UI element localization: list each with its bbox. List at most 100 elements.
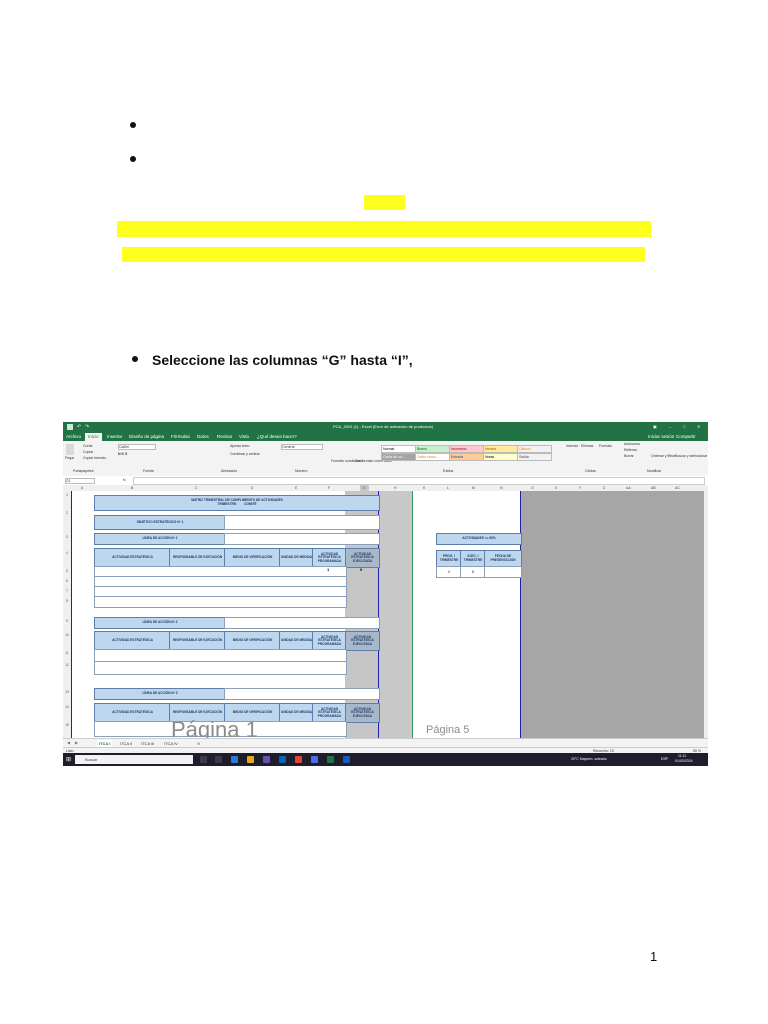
widgets-icon[interactable] — [215, 756, 222, 763]
delete-cells-button[interactable]: Eliminar — [581, 444, 594, 448]
formula-input[interactable] — [133, 477, 705, 485]
row-number[interactable]: 3 — [63, 535, 71, 539]
autosum-button[interactable]: Autosuma — [624, 442, 640, 446]
row-number[interactable]: 15 — [63, 723, 71, 727]
header-ejecutada: ACTIVIDAD ESTRATÉGICA EJECUTADA — [345, 548, 380, 568]
bold-button[interactable]: N K S — [118, 452, 127, 456]
chrome-icon[interactable] — [295, 756, 302, 763]
vertical-scrollbar[interactable] — [704, 491, 708, 738]
wrap-text-button[interactable]: Ajustar texto — [230, 444, 249, 448]
row-number[interactable]: 7 — [63, 589, 71, 593]
row-number[interactable]: 8 — [63, 599, 71, 603]
instruction-item: Seleccione las columnas “G” hasta “I”, — [132, 352, 413, 368]
row-number[interactable]: 5 — [63, 569, 71, 573]
maximize-icon[interactable]: □ — [683, 422, 685, 432]
sheet-tab-itca-3[interactable]: ITCA III — [139, 740, 156, 747]
word-taskbar-icon[interactable] — [343, 756, 350, 763]
clear-button[interactable]: Borrar — [624, 454, 634, 458]
style-celda-vinculada[interactable]: Celda vincul... — [415, 453, 450, 461]
row-number[interactable]: 10 — [63, 633, 71, 637]
style-bueno[interactable]: Bueno — [415, 445, 450, 453]
undo-icon[interactable]: ↶ — [77, 422, 81, 432]
mail-icon[interactable] — [279, 756, 286, 763]
cut-button[interactable]: Cortar — [83, 444, 93, 448]
linea-1-value[interactable] — [224, 533, 380, 545]
row-number[interactable]: 6 — [63, 579, 71, 583]
style-incorrecto[interactable]: Incorrecto — [449, 445, 484, 453]
tab-scroll-right-icon[interactable]: ▶ — [75, 740, 78, 745]
bullet-3 — [132, 356, 138, 363]
tab-revisar[interactable]: Revisar — [217, 433, 232, 441]
insert-cells-button[interactable]: Insertar — [566, 444, 578, 448]
copy-button[interactable]: Copiar — [83, 450, 93, 454]
row-number[interactable]: 14 — [63, 705, 71, 709]
clock-date[interactable]: 01/03/2024 — [675, 759, 693, 764]
tab-archivo[interactable]: Archivo — [66, 433, 81, 441]
sign-in-link[interactable]: Iniciar sesión — [648, 433, 674, 441]
teams-icon[interactable] — [311, 756, 318, 763]
table-row[interactable] — [94, 596, 347, 608]
format-cells-button[interactable]: Formato — [599, 444, 612, 448]
side-cell-prog[interactable]: 1 — [436, 566, 462, 578]
task-view-icon[interactable] — [200, 756, 207, 763]
close-icon[interactable]: ✕ — [697, 422, 700, 432]
outside-print-area — [521, 491, 704, 738]
style-entrada[interactable]: Entrada — [449, 453, 484, 461]
side-cell-fecha[interactable] — [484, 566, 522, 578]
share-button[interactable]: Compartir — [676, 433, 696, 441]
fx-icon[interactable]: fx — [123, 478, 126, 482]
style-notas[interactable]: Notas — [483, 453, 518, 461]
taskbar-search[interactable]: Buscar — [75, 755, 193, 764]
linea-3-value[interactable] — [224, 688, 380, 700]
excel-taskbar-icon[interactable] — [327, 756, 334, 763]
tab-inicio[interactable]: Inicio — [85, 433, 102, 441]
row-number[interactable]: 1 — [63, 493, 71, 497]
selected-columns-h-i[interactable] — [379, 491, 412, 738]
row-number[interactable]: 9 — [63, 619, 71, 623]
style-calculo[interactable]: Cálculo — [517, 445, 552, 453]
style-normal[interactable]: Normal — [381, 445, 416, 453]
save-icon[interactable] — [67, 424, 73, 430]
linea-2-value[interactable] — [224, 617, 380, 629]
ribbon-display-icon[interactable]: ▣ — [653, 422, 657, 432]
table-row[interactable] — [94, 661, 347, 675]
find-select-button[interactable]: Buscar y seleccionar — [675, 454, 707, 458]
style-neutral[interactable]: Neutral — [483, 445, 518, 453]
row-number[interactable]: 12 — [63, 663, 71, 667]
edge-icon[interactable] — [231, 756, 238, 763]
tell-me-search[interactable]: ¿Qué desea hacer? — [257, 433, 297, 441]
row-number[interactable]: 11 — [63, 651, 71, 655]
windows-start-icon[interactable]: ⊞ — [66, 756, 71, 763]
tab-formulas[interactable]: Fórmulas — [171, 433, 190, 441]
paste-icon[interactable] — [66, 444, 74, 455]
tab-insertar[interactable]: Insertar — [107, 433, 122, 441]
weather-text[interactable]: 20°C Mayorm. soleado — [571, 756, 607, 763]
merge-center-button[interactable]: Combinar y centrar — [230, 452, 260, 456]
number-format-select[interactable]: General — [281, 444, 323, 450]
tab-vista[interactable]: Vista — [239, 433, 249, 441]
tab-scroll-left-icon[interactable]: ◀ — [67, 740, 70, 745]
objetivo-value[interactable] — [224, 515, 380, 530]
style-salida[interactable]: Salida — [517, 453, 552, 461]
minimize-icon[interactable]: – — [669, 422, 671, 432]
tab-diseno[interactable]: Diseño de página — [129, 433, 164, 441]
sort-filter-button[interactable]: Ordenar y filtrar — [651, 454, 675, 458]
sheet-tab-itca-4[interactable]: ITCA IV — [162, 740, 180, 747]
comite-label: COMITÉ — [244, 502, 257, 506]
tab-datos[interactable]: Datos — [197, 433, 209, 441]
font-name-select[interactable]: Calibri — [118, 444, 156, 450]
row-number[interactable]: 4 — [63, 551, 71, 555]
side-cell-ejec[interactable]: 0 — [460, 566, 486, 578]
redo-icon[interactable]: ↷ — [85, 422, 89, 432]
row-number[interactable]: 13 — [63, 690, 71, 694]
sheet-tab-itca-2[interactable]: ITCA II — [118, 740, 134, 747]
format-painter-button[interactable]: Copiar formato — [83, 456, 106, 460]
row-number[interactable]: 2 — [63, 511, 71, 515]
fill-button[interactable]: Rellenar — [624, 448, 637, 452]
name-box[interactable]: G1 — [65, 478, 95, 484]
language-indicator[interactable]: ESP — [661, 756, 668, 763]
style-celda-comprobacion[interactable]: Celda de co... — [381, 453, 416, 461]
file-explorer-icon[interactable] — [247, 756, 254, 763]
store-icon[interactable] — [263, 756, 270, 763]
add-sheet-icon[interactable]: ⊕ — [195, 740, 202, 747]
